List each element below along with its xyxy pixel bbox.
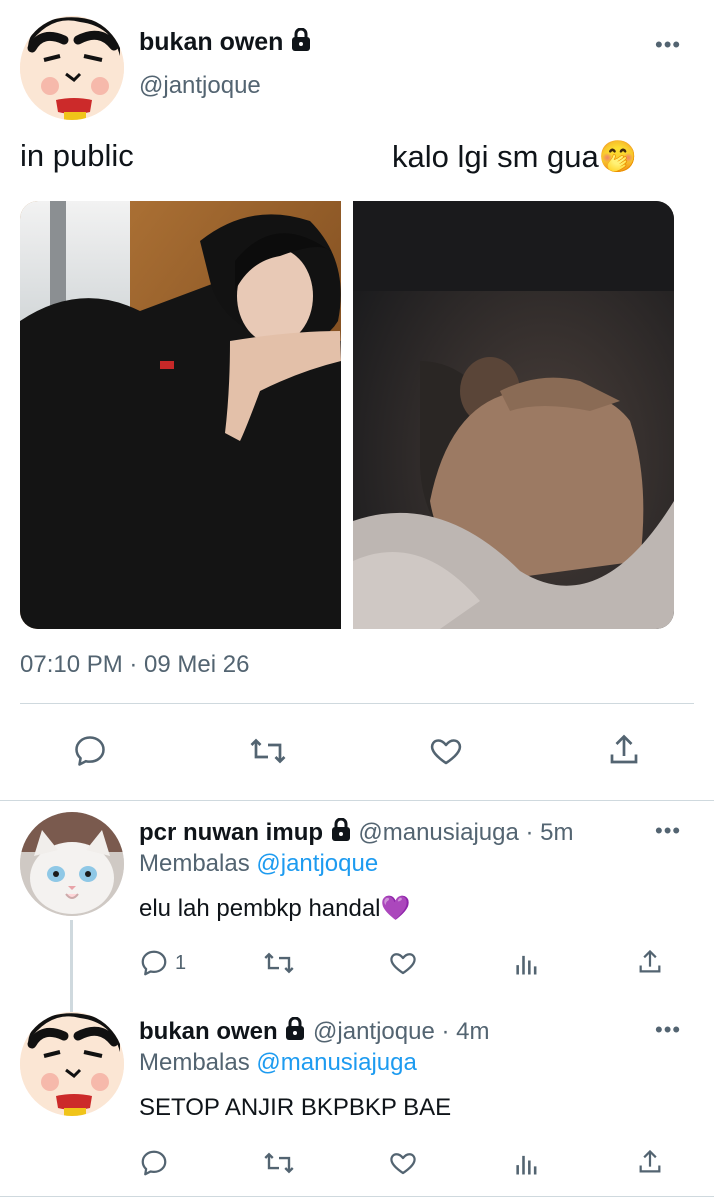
share-icon[interactable] — [636, 1147, 664, 1177]
like-icon[interactable] — [387, 948, 419, 978]
reply-time[interactable]: · 5m — [525, 819, 573, 846]
share-icon[interactable] — [606, 731, 642, 769]
tweet-media[interactable] — [20, 201, 674, 629]
reply-count: 1 — [175, 951, 187, 974]
like-icon[interactable] — [427, 733, 465, 769]
reply-button[interactable]: 1 — [139, 948, 186, 978]
tweet-photo-grid — [20, 201, 674, 629]
reply-display-name[interactable]: bukan owen — [139, 1018, 278, 1045]
reply-handle[interactable]: @manusiajuga — [358, 819, 518, 846]
retweet-icon[interactable] — [262, 1148, 296, 1178]
reply-icon[interactable] — [139, 1148, 169, 1178]
replying-to-mention[interactable]: @jantjoque — [256, 850, 378, 877]
author-display-name[interactable]: bukan owen — [139, 28, 283, 56]
analytics-icon[interactable] — [513, 1150, 541, 1178]
reply-icon[interactable] — [72, 733, 108, 769]
tweet-timestamp[interactable]: 07:10 PM · 09 Mei 26 — [20, 651, 249, 679]
like-icon[interactable] — [387, 1148, 419, 1178]
avatar-cat-image — [20, 812, 124, 916]
purple-heart-emoji: 💜 — [380, 895, 411, 922]
retweet-icon[interactable] — [248, 733, 288, 769]
divider — [20, 703, 694, 704]
divider — [0, 800, 714, 801]
reply-avatar[interactable] — [20, 812, 124, 916]
reply-text: SETOP ANJIR BKPBKP BAE — [139, 1094, 452, 1121]
author-handle[interactable]: @jantjoque — [139, 72, 261, 100]
more-options-icon[interactable]: ••• — [655, 32, 681, 58]
reply-avatar[interactable] — [20, 1012, 124, 1116]
tweet-text-right: kalo lgi sm gua — [392, 139, 599, 174]
analytics-icon[interactable] — [513, 950, 541, 978]
shushing-face-emoji: 🤭 — [598, 139, 638, 174]
replying-label: Membalas — [139, 1049, 250, 1076]
lock-icon — [290, 27, 312, 59]
avatar-shinchan-image — [20, 1012, 124, 1116]
lock-icon — [284, 1016, 306, 1048]
reply-time[interactable]: · 4m — [441, 1018, 489, 1045]
more-options-icon[interactable]: ••• — [655, 1017, 681, 1043]
reply-icon — [141, 950, 167, 976]
thread-line — [70, 920, 73, 1012]
avatar-shinchan-image — [20, 16, 124, 120]
reply-display-name[interactable]: pcr nuwan imup — [139, 819, 323, 846]
share-icon[interactable] — [636, 947, 664, 977]
retweet-icon[interactable] — [262, 948, 296, 978]
tweet-text-left: in public — [20, 138, 134, 173]
replying-label: Membalas — [139, 850, 250, 877]
more-options-icon[interactable]: ••• — [655, 818, 681, 844]
reply-text: elu lah pembkp handal — [139, 895, 381, 922]
lock-icon — [330, 817, 352, 849]
replying-to-mention[interactable]: @manusiajuga — [256, 1049, 416, 1076]
reply-handle[interactable]: @jantjoque — [313, 1018, 435, 1045]
avatar[interactable] — [20, 16, 124, 120]
divider — [0, 1196, 714, 1197]
